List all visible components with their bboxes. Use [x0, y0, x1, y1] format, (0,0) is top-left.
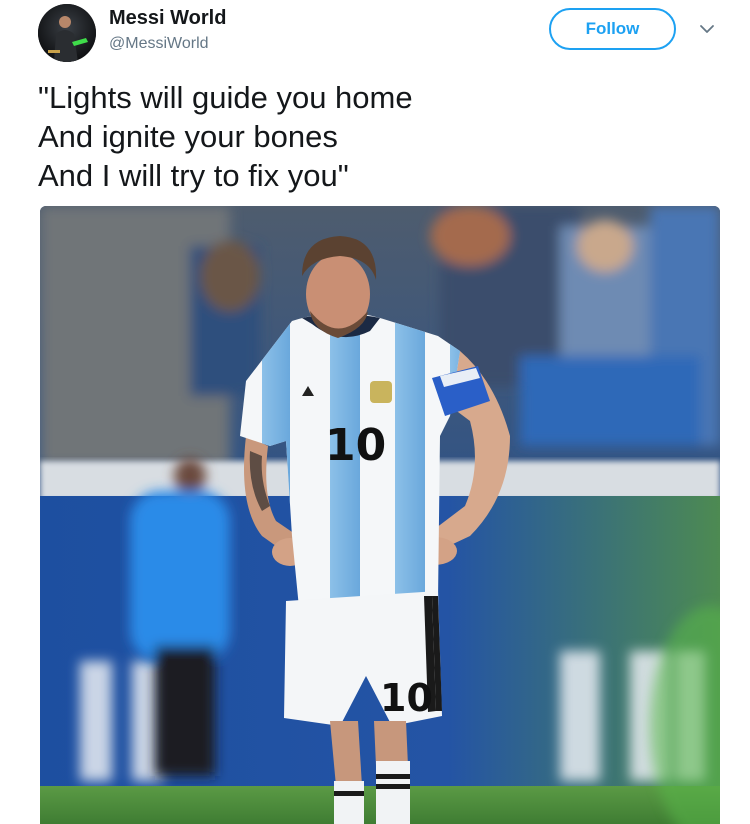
tweet-text-line: And ignite your bones — [38, 119, 338, 154]
tweet-text: "Lights will guide you home And ignite y… — [38, 78, 728, 195]
author-info[interactable]: Messi World @MessiWorld — [109, 7, 226, 54]
follow-button[interactable]: Follow — [549, 8, 676, 50]
tweet-photo[interactable]: 10 10 — [40, 206, 720, 824]
author-display-name[interactable]: Messi World — [109, 7, 226, 29]
chevron-down-icon[interactable] — [698, 22, 716, 36]
tweet-text-line: And I will try to fix you" — [38, 158, 349, 193]
tweet-text-line: "Lights will guide you home — [38, 80, 413, 115]
shorts-number: 10 — [380, 676, 433, 720]
author-handle[interactable]: @MessiWorld — [109, 34, 226, 54]
tweet-header: Messi World @MessiWorld Follow — [0, 0, 750, 70]
jersey-number: 10 — [325, 420, 386, 471]
author-avatar[interactable] — [38, 4, 96, 62]
